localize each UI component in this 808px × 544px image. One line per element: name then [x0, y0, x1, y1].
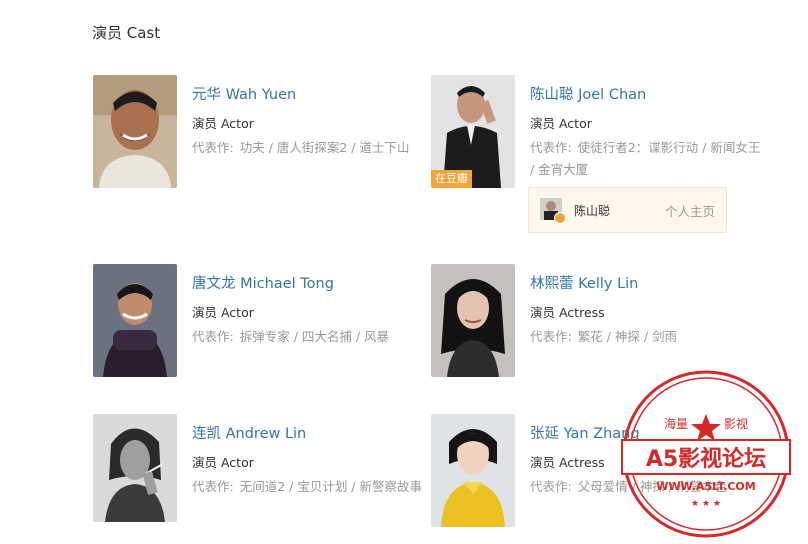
cast-card: 林熙蕾 Kelly Lin 演员 Actress 代表作: 繁花 / 神探 / 剑…	[431, 264, 761, 384]
actor-role: 演员 Actress	[530, 455, 605, 470]
profile-link[interactable]: 个人主页	[665, 201, 715, 220]
works-label: 代表作:	[192, 329, 234, 344]
actor-works: 代表作: 繁花 / 神探 / 剑雨	[530, 326, 765, 348]
watermark-url: WWW.A5LT.COM	[656, 480, 755, 493]
actor-role: 演员 Actor	[530, 116, 592, 131]
actor-works: 代表作: 使徒行者2：谍影行动 / 新闻女王 / 金宵大厦	[530, 137, 765, 181]
watermark-main: A5影视论坛	[646, 446, 766, 472]
actor-photo[interactable]: 在豆瓣	[431, 75, 515, 188]
cast-card: 唐文龙 Michael Tong 演员 Actor 代表作: 拆弹专家 / 四大名…	[93, 264, 423, 384]
douban-badge[interactable]: 在豆瓣	[431, 170, 472, 188]
watermark-stamp: 海量 影视 A5影视论坛 WWW.A5LT.COM ★ ★ ★	[620, 368, 792, 540]
works-list[interactable]: 无间道2 / 宝贝计划 / 新警察故事	[240, 479, 422, 494]
actor-photo[interactable]	[93, 75, 177, 188]
actor-works: 代表作: 拆弹专家 / 四大名捕 / 风暴	[192, 326, 427, 348]
actor-works: 代表作: 无间道2 / 宝贝计划 / 新警察故事	[192, 476, 427, 498]
works-label: 代表作:	[530, 140, 572, 155]
actor-role: 演员 Actor	[192, 455, 254, 470]
watermark-top-left: 海量	[664, 416, 688, 431]
actor-name[interactable]: 林熙蕾 Kelly Lin	[530, 272, 638, 293]
actor-photo[interactable]	[93, 264, 177, 377]
verified-star-icon	[554, 212, 566, 224]
actor-role: 演员 Actress	[530, 305, 605, 320]
svg-text:★ ★ ★: ★ ★ ★	[691, 499, 721, 509]
works-list[interactable]: 拆弹专家 / 四大名捕 / 风暴	[240, 329, 389, 344]
cast-card: 在豆瓣 陈山聪 Joel Chan 演员 Actor 代表作: 使徒行者2：谍影行…	[431, 75, 761, 235]
profile-box[interactable]: 陈山聪 个人主页	[528, 187, 727, 233]
actor-name[interactable]: 元华 Wah Yuen	[192, 83, 296, 104]
works-label: 代表作:	[192, 140, 234, 155]
actor-name[interactable]: 唐文龙 Michael Tong	[192, 272, 334, 293]
cast-card: 连凯 Andrew Lin 演员 Actor 代表作: 无间道2 / 宝贝计划 /…	[93, 414, 423, 534]
profile-name: 陈山聪	[574, 204, 611, 218]
actor-role: 演员 Actor	[192, 116, 254, 131]
works-label: 代表作:	[192, 479, 234, 494]
star-icon	[691, 414, 721, 441]
actor-works: 代表作: 功夫 / 唐人街探案2 / 道士下山	[192, 137, 427, 159]
works-label: 代表作:	[530, 329, 572, 344]
actor-role: 演员 Actor	[192, 305, 254, 320]
actor-photo[interactable]	[431, 264, 515, 377]
actor-photo[interactable]	[93, 414, 177, 522]
actor-name[interactable]: 连凯 Andrew Lin	[192, 422, 306, 443]
works-list[interactable]: 繁花 / 神探 / 剑雨	[578, 329, 677, 344]
actor-photo[interactable]	[431, 414, 515, 527]
actor-name[interactable]: 陈山聪 Joel Chan	[530, 83, 646, 104]
section-title: 演员 Cast	[92, 24, 161, 42]
cast-card: 元华 Wah Yuen 演员 Actor 代表作: 功夫 / 唐人街探案2 / 道…	[93, 75, 423, 195]
works-label: 代表作:	[530, 479, 572, 494]
works-list[interactable]: 功夫 / 唐人街探案2 / 道士下山	[240, 140, 410, 155]
watermark-top-right: 影视	[724, 416, 748, 431]
